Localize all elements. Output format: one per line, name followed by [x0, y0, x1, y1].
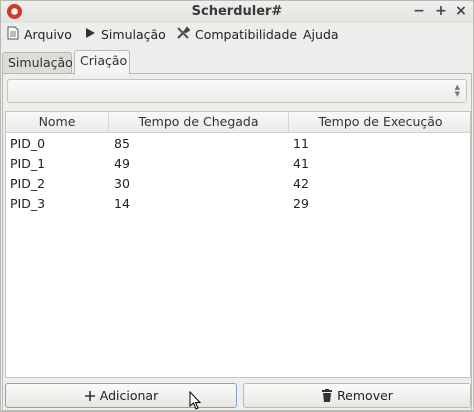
process-table[interactable]: Nome Tempo de Chegada Tempo de Execução … [5, 111, 471, 378]
app-window: Scherduler# − + × Arquivo Simulação Comp… [0, 0, 474, 412]
table-row[interactable]: PID_1 49 41 [6, 154, 470, 174]
close-button[interactable]: × [453, 3, 469, 19]
cell-chegada: 85 [114, 136, 130, 151]
mouse-pointer-icon [189, 391, 202, 410]
window-title: Scherduler# [191, 4, 283, 19]
column-header-chegada[interactable]: Tempo de Chegada [109, 112, 289, 133]
tab-simulacao[interactable]: Simulação [2, 52, 73, 74]
minimize-button[interactable]: − [411, 3, 427, 19]
menu-label: Simulação [101, 26, 166, 42]
title-bar[interactable]: Scherduler# − + × [1, 1, 473, 23]
remove-button-label: Remover [337, 388, 393, 403]
remove-button[interactable]: Remover [243, 383, 471, 408]
cell-chegada: 30 [114, 176, 130, 191]
trash-icon [321, 389, 333, 402]
cell-nome: PID_3 [10, 196, 46, 211]
cell-execucao: 11 [293, 136, 309, 151]
maximize-button[interactable]: + [433, 3, 449, 19]
plus-icon [84, 390, 96, 402]
process-combo[interactable]: ▲ ▼ [7, 79, 467, 103]
tab-bar: Simulação Criação [1, 50, 473, 74]
menu-compatibilidade[interactable]: Compatibilidade [176, 25, 298, 43]
table-row[interactable]: PID_2 30 42 [6, 174, 470, 194]
spinner-arrows-icon: ▲ ▼ [454, 83, 460, 98]
cell-chegada: 49 [114, 156, 130, 171]
cell-execucao: 29 [293, 196, 309, 211]
creation-panel: ▲ ▼ Nome Tempo de Chegada Tempo de Execuç… [2, 73, 472, 411]
tab-criacao[interactable]: Criação [74, 50, 130, 74]
cell-nome: PID_2 [10, 176, 46, 191]
table-row[interactable]: PID_3 14 29 [6, 194, 470, 214]
menu-arquivo[interactable]: Arquivo [7, 26, 72, 42]
menu-ajuda[interactable]: Ajuda [303, 26, 339, 42]
cell-execucao: 41 [293, 156, 309, 171]
cell-nome: PID_1 [10, 156, 46, 171]
table-row[interactable]: PID_0 85 11 [6, 134, 470, 154]
column-header-execucao[interactable]: Tempo de Execução [289, 112, 472, 133]
menu-bar: Arquivo Simulação Compatibilidade Ajuda [1, 23, 473, 45]
play-icon [85, 27, 96, 42]
cell-execucao: 42 [293, 176, 309, 191]
tools-icon [176, 25, 191, 43]
menu-label: Arquivo [24, 26, 72, 42]
cell-chegada: 14 [114, 196, 130, 211]
table-header: Nome Tempo de Chegada Tempo de Execução [6, 112, 470, 133]
add-button-label: Adicionar [99, 388, 159, 403]
column-header-nome[interactable]: Nome [6, 112, 109, 133]
menu-label: Compatibilidade [195, 26, 298, 42]
menu-simulacao[interactable]: Simulação [85, 26, 166, 42]
cell-nome: PID_0 [10, 136, 46, 151]
document-icon [7, 26, 19, 43]
menu-label: Ajuda [303, 26, 339, 42]
